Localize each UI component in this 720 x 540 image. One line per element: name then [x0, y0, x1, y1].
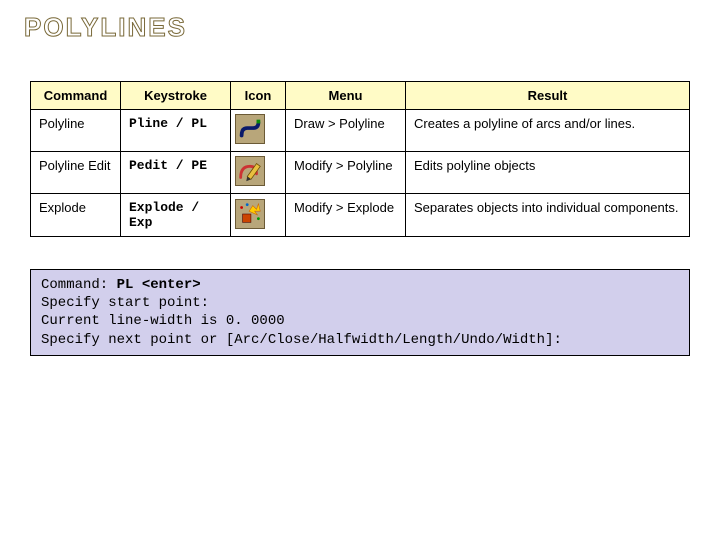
cell-icon — [231, 110, 286, 152]
cell-menu: Modify > Polyline — [286, 152, 406, 194]
cell-keystroke: Pedit / PE — [121, 152, 231, 194]
polyline-edit-icon — [235, 156, 265, 186]
header-icon: Icon — [231, 82, 286, 110]
cell-icon — [231, 194, 286, 237]
cell-command: Explode — [31, 194, 121, 237]
console-line: Command: — [41, 277, 117, 293]
header-result: Result — [406, 82, 690, 110]
cell-result: Creates a polyline of arcs and/or lines. — [406, 110, 690, 152]
cell-result: Separates objects into individual compon… — [406, 194, 690, 237]
console-line: Current line-width is 0. 0000 — [41, 313, 285, 329]
cell-keystroke: Explode / Exp — [121, 194, 231, 237]
table-row: Polyline Pline / PL Draw > Polyline Crea… — [31, 110, 690, 152]
cell-menu: Modify > Explode — [286, 194, 406, 237]
cell-menu: Draw > Polyline — [286, 110, 406, 152]
table-row: Polyline Edit Pedit / PE Modify > Polyli… — [31, 152, 690, 194]
console-line: Specify start point: — [41, 295, 209, 311]
cell-keystroke: Pline / PL — [121, 110, 231, 152]
header-menu: Menu — [286, 82, 406, 110]
cell-result: Edits polyline objects — [406, 152, 690, 194]
command-table: Command Keystroke Icon Menu Result Polyl… — [30, 81, 690, 237]
header-command: Command — [31, 82, 121, 110]
command-console: Command: PL <enter> Specify start point:… — [30, 269, 690, 356]
header-keystroke: Keystroke — [121, 82, 231, 110]
table-row: Explode Explode / Exp Modify > Explode S… — [31, 194, 690, 237]
polyline-icon — [235, 114, 265, 144]
console-command: PL <enter> — [117, 277, 201, 293]
cell-icon — [231, 152, 286, 194]
console-line: Specify next point or [Arc/Close/Halfwid… — [41, 332, 562, 348]
explode-icon — [235, 199, 265, 229]
page-title: POLYLINES — [24, 12, 700, 43]
cell-command: Polyline Edit — [31, 152, 121, 194]
cell-command: Polyline — [31, 110, 121, 152]
